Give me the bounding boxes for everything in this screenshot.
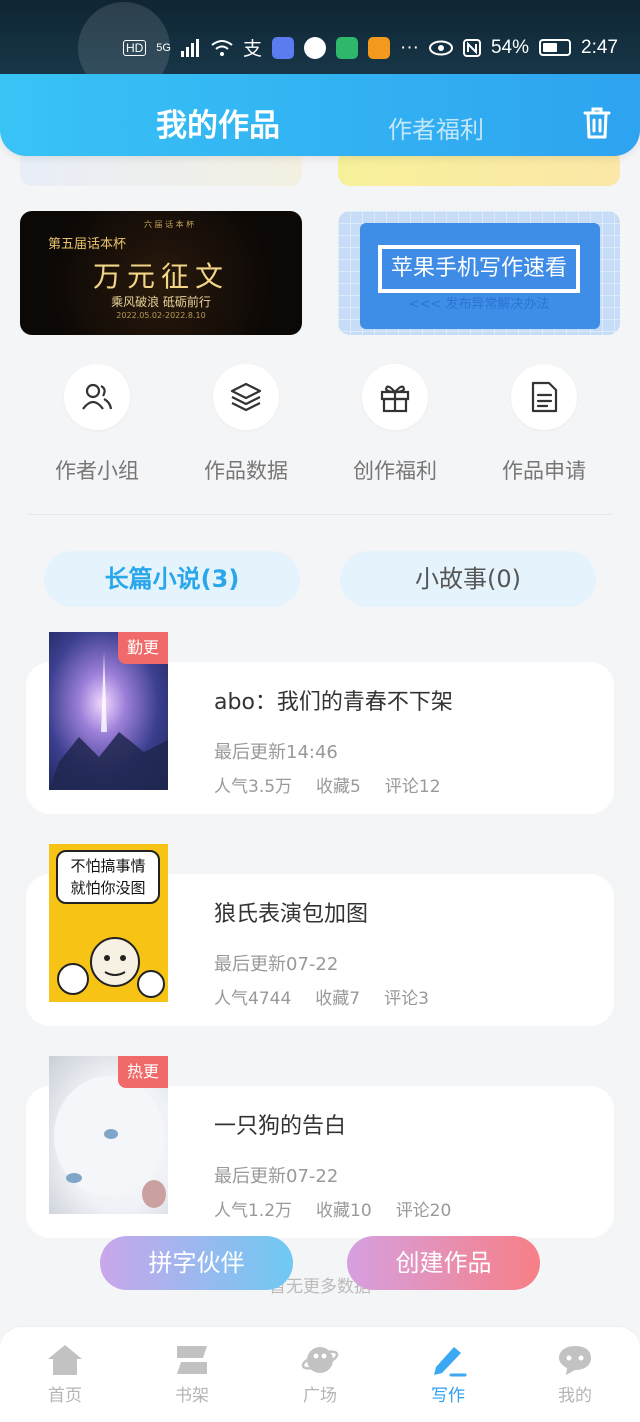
alipay-icon: 支 xyxy=(242,39,262,60)
bottom-nav: 首页 书架 广场 写作 我的 xyxy=(0,1326,640,1422)
tab-my-works[interactable]: 我的作品 xyxy=(156,100,280,145)
more-notifications: ··· xyxy=(400,36,419,58)
work-title: 一只狗的告白 xyxy=(214,1114,347,1139)
planet-icon xyxy=(301,1347,339,1373)
tab-short-stories[interactable]: 小故事(0) xyxy=(340,551,596,607)
quick-circle xyxy=(511,364,577,430)
app-icon-ball xyxy=(304,36,326,59)
quick-work-data[interactable]: 作品数据 xyxy=(171,364,321,485)
work-stats: 人气1.2万 收藏10 评论20 xyxy=(214,1196,475,1221)
work-comments: 评论3 xyxy=(384,989,429,1009)
layers-icon xyxy=(230,382,262,412)
nav-mine[interactable]: 我的 xyxy=(535,1343,615,1406)
work-popularity: 人气4744 xyxy=(214,989,292,1009)
document-icon xyxy=(531,381,558,413)
nav-label: 我的 xyxy=(558,1386,592,1406)
work-stats: 人气3.5万 收藏5 评论12 xyxy=(214,772,465,797)
contest-banner[interactable]: 六 届 话 本 杯 第五届话本杯 万元征文 乘风破浪 砥砺前行 2022.05.… xyxy=(20,211,302,335)
nav-home[interactable]: 首页 xyxy=(25,1343,105,1406)
people-icon xyxy=(82,383,113,410)
nav-label: 广场 xyxy=(303,1386,337,1406)
nav-bookshelf[interactable]: 书架 xyxy=(152,1343,232,1406)
quick-label: 创作福利 xyxy=(353,459,437,483)
nav-plaza[interactable]: 广场 xyxy=(280,1343,360,1406)
nav-write[interactable]: 写作 xyxy=(408,1343,488,1406)
pen-icon xyxy=(434,1347,467,1377)
bookshelf-icon xyxy=(177,1346,207,1374)
nav-label: 写作 xyxy=(431,1386,465,1406)
trash-icon[interactable] xyxy=(582,106,612,140)
iphone-title-box: 苹果手机写作速看 xyxy=(378,245,580,293)
quick-author-group[interactable]: 作者小组 xyxy=(22,364,172,485)
status-icons: HD 5G 支 ··· 54% 2:47 xyxy=(122,34,618,61)
work-popularity: 人气3.5万 xyxy=(214,777,293,797)
eye-icon xyxy=(428,40,453,55)
status-bar: HD 5G 支 ··· 54% 2:47 xyxy=(0,0,640,94)
nav-label: 书架 xyxy=(175,1386,209,1406)
home-icon xyxy=(48,1345,82,1375)
gift-icon xyxy=(380,385,410,413)
work-comments: 评论12 xyxy=(384,777,441,797)
nav-label: 首页 xyxy=(48,1386,82,1406)
quick-label: 作品申请 xyxy=(502,459,586,483)
app-icon-hat xyxy=(272,36,294,59)
quick-circle xyxy=(362,364,428,430)
work-stats: 人气4744 收藏7 评论3 xyxy=(214,984,453,1009)
network-indicator: 5G xyxy=(156,41,171,54)
work-update-time: 最后更新07-22 xyxy=(214,954,339,975)
work-update-time: 最后更新07-22 xyxy=(214,1166,339,1187)
work-cover[interactable]: 热更 xyxy=(49,1056,168,1214)
work-favorites: 收藏10 xyxy=(316,1201,372,1221)
quick-creation-welfare[interactable]: 创作福利 xyxy=(320,364,470,485)
wifi-icon xyxy=(211,39,233,56)
contest-date: 2022.05.02-2022.8.10 xyxy=(116,311,206,320)
app-icon-browser xyxy=(336,36,358,59)
work-title: 狼氏表演包加图 xyxy=(214,902,369,927)
work-cover[interactable]: 勤更 xyxy=(49,632,168,790)
contest-tag: 六 届 话 本 杯 xyxy=(144,220,195,229)
quick-work-apply[interactable]: 作品申请 xyxy=(469,364,619,485)
work-badge: 热更 xyxy=(118,1056,168,1088)
work-badge: 勤更 xyxy=(118,632,168,664)
app-icon-play xyxy=(368,36,390,59)
chat-icon xyxy=(559,1346,591,1375)
work-popularity: 人气1.2万 xyxy=(214,1201,293,1221)
contest-title: 万元征文 xyxy=(92,260,229,293)
cover-meme-face xyxy=(57,937,165,998)
writing-partner-button[interactable]: 拼字伙伴 xyxy=(100,1236,293,1290)
iphone-guide-banner[interactable]: 苹果手机写作速看 <<< 发布异常解决办法 xyxy=(338,211,620,335)
quick-circle xyxy=(213,364,279,430)
create-work-button[interactable]: 创建作品 xyxy=(347,1236,540,1290)
hd-indicator: HD xyxy=(122,39,147,56)
battery-icon xyxy=(539,39,572,56)
section-divider xyxy=(28,514,612,515)
work-title: abo：我们的青春不下架 xyxy=(214,690,453,715)
signal-icon xyxy=(180,38,199,57)
contest-slogan: 乘风破浪 砥砺前行 xyxy=(111,295,211,309)
iphone-subtitle: <<< 发布异常解决办法 xyxy=(408,297,550,312)
top-header: 我的作品 作者福利 xyxy=(0,74,640,156)
battery-percent: 54% xyxy=(490,36,530,58)
work-favorites: 收藏7 xyxy=(315,989,361,1009)
contest-subtitle: 第五届话本杯 xyxy=(48,237,127,252)
work-cover[interactable]: 不怕搞事情 就怕你没图 xyxy=(49,844,168,1002)
tab-long-novels[interactable]: 长篇小说(3) xyxy=(44,551,300,607)
iphone-title: 苹果手机写作速看 xyxy=(382,249,576,289)
quick-label: 作品数据 xyxy=(204,459,288,483)
quick-circle xyxy=(64,364,130,430)
quick-label: 作者小组 xyxy=(55,459,139,483)
clock: 2:47 xyxy=(581,36,618,58)
tab-author-welfare[interactable]: 作者福利 xyxy=(388,110,484,145)
work-update-time: 最后更新14:46 xyxy=(214,742,338,763)
nfc-icon xyxy=(462,38,481,57)
work-comments: 评论20 xyxy=(395,1201,452,1221)
no-more-data: 暂无更多数据 xyxy=(269,1277,371,1297)
work-favorites: 收藏5 xyxy=(316,777,361,797)
